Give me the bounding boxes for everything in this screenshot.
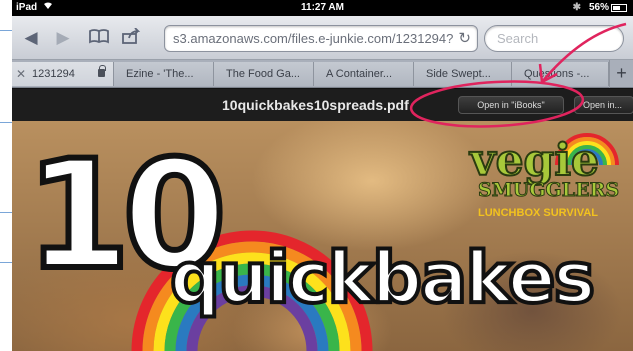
guide-line [0,30,12,31]
annotation-circle [409,80,585,128]
guide-line [0,122,12,123]
ipad-screen: iPad 11:27 AM ✱ 56% ◀ ▶ s3.amazonaws.com… [12,0,633,351]
guide-line [0,262,12,263]
annotation-arrow [541,22,627,83]
annotation-overlay [409,22,627,128]
guide-line [0,212,12,213]
